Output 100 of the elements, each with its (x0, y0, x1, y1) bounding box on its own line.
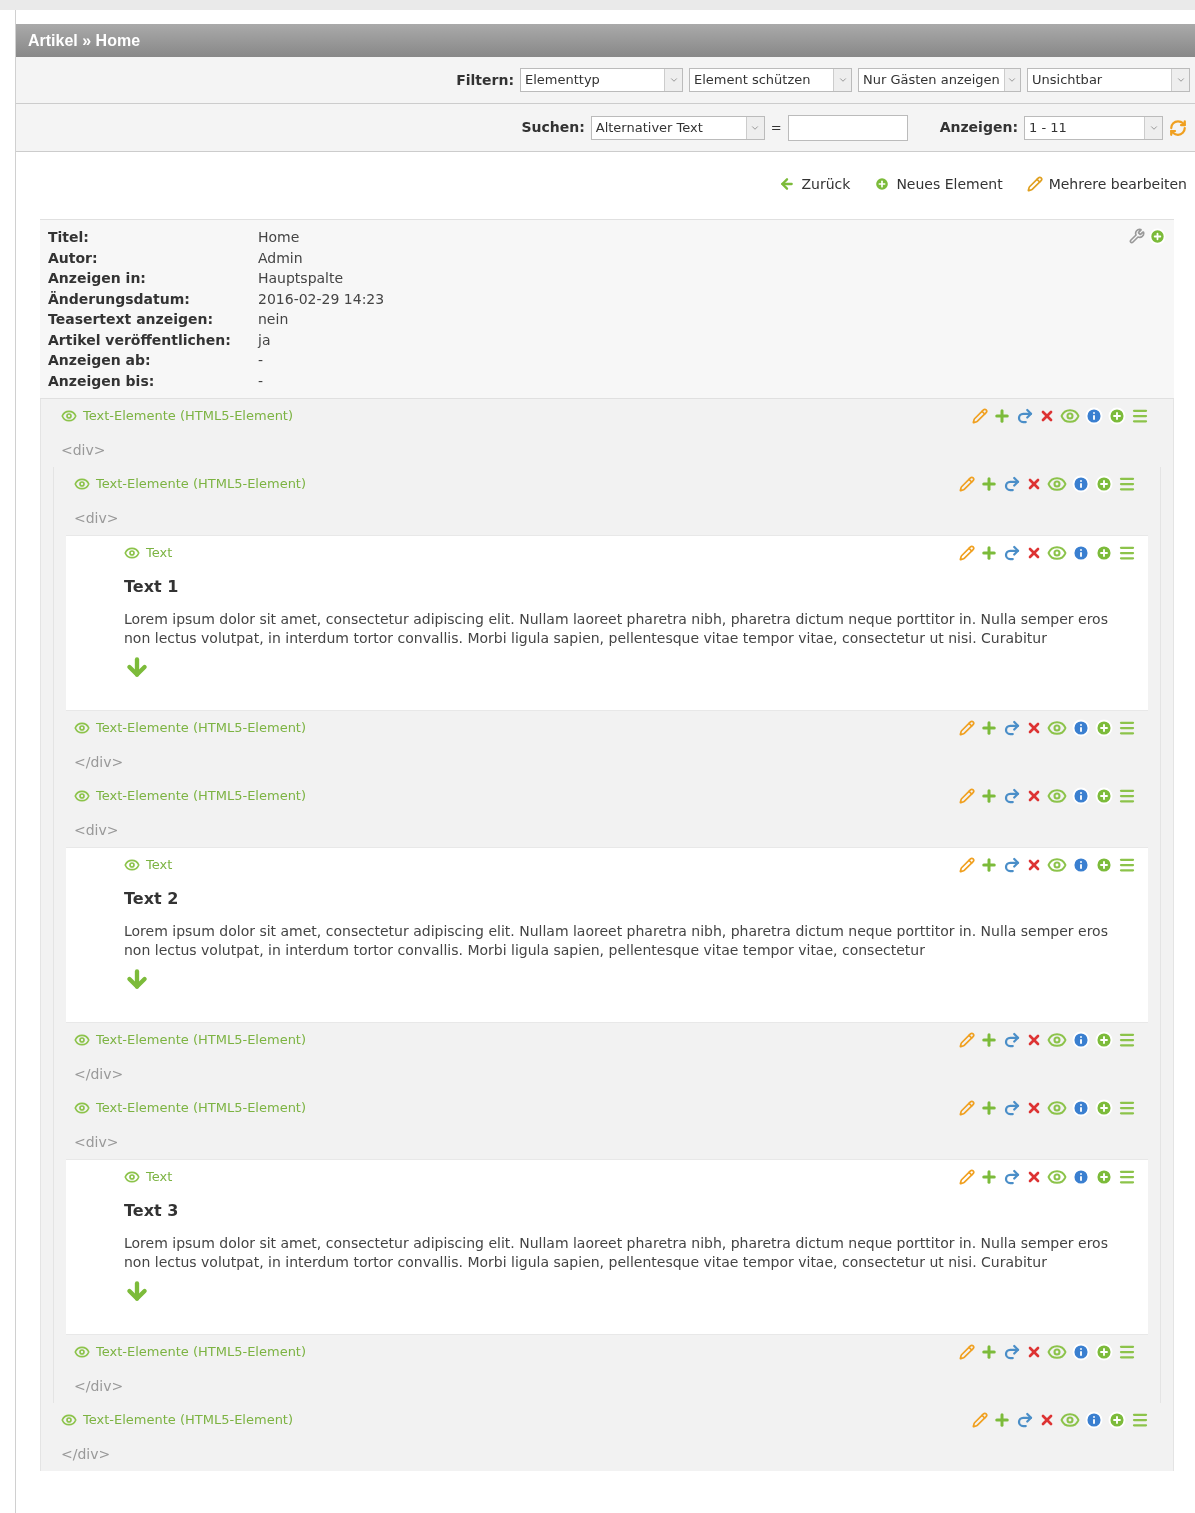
plus-icon[interactable] (980, 1031, 998, 1049)
arrow-icon[interactable] (1003, 787, 1021, 805)
pencil-icon[interactable] (959, 1032, 975, 1048)
plus-circle-icon[interactable] (1095, 1168, 1113, 1186)
plus-icon[interactable] (980, 787, 998, 805)
pencil-icon[interactable] (959, 1344, 975, 1360)
eye-icon[interactable] (1047, 855, 1067, 875)
pencil-icon[interactable] (959, 1100, 975, 1116)
pencil-icon[interactable] (959, 788, 975, 804)
info-icon[interactable] (1072, 1031, 1090, 1049)
element-type-link[interactable]: Text-Elemente (HTML5-Element) (96, 718, 307, 738)
pencil-icon[interactable] (959, 857, 975, 873)
plus-circle-icon[interactable] (1095, 787, 1113, 805)
element-type-link[interactable]: Text-Elemente (HTML5-Element) (96, 1030, 307, 1050)
menu-icon[interactable] (1118, 1031, 1136, 1049)
down-arrow-icon[interactable] (124, 654, 150, 680)
eye-icon[interactable] (1060, 1410, 1080, 1430)
info-icon[interactable] (1072, 719, 1090, 737)
plus-icon[interactable] (980, 856, 998, 874)
delete-icon[interactable] (1026, 1169, 1042, 1185)
plus-icon[interactable] (980, 1099, 998, 1117)
plus-circle-icon[interactable] (1095, 856, 1113, 874)
search-field-select[interactable]: Alternativer Text (590, 115, 765, 140)
menu-icon[interactable] (1118, 1343, 1136, 1361)
delete-icon[interactable] (1039, 1412, 1055, 1428)
pencil-icon[interactable] (972, 1412, 988, 1428)
element-type-link[interactable]: Text-Elemente (HTML5-Element) (96, 1098, 307, 1118)
plus-circle-icon[interactable] (1095, 719, 1113, 737)
menu-icon[interactable] (1118, 856, 1136, 874)
delete-icon[interactable] (1026, 720, 1042, 736)
delete-icon[interactable] (1026, 1100, 1042, 1116)
element-type-link[interactable]: Text-Elemente (HTML5-Element) (96, 786, 307, 806)
arrow-icon[interactable] (1016, 407, 1034, 425)
range-select[interactable]: 1 - 11 (1024, 115, 1163, 140)
element-type-link[interactable]: Text-Elemente (HTML5-Element) (83, 1410, 294, 1430)
arrow-icon[interactable] (1003, 1168, 1021, 1186)
menu-icon[interactable] (1118, 1168, 1136, 1186)
info-icon[interactable] (1072, 787, 1090, 805)
arrow-icon[interactable] (1003, 475, 1021, 493)
eye-icon[interactable] (1047, 543, 1067, 563)
action-link[interactable]: Mehrere bearbeiten (1026, 173, 1187, 195)
pencil-icon[interactable] (959, 545, 975, 561)
arrow-icon[interactable] (1016, 1411, 1034, 1429)
plus-icon[interactable] (980, 475, 998, 493)
eye-icon[interactable] (1047, 474, 1067, 494)
action-link[interactable]: Neues Element (874, 173, 1003, 195)
plus-icon[interactable] (980, 544, 998, 562)
refresh-icon[interactable] (1169, 118, 1187, 137)
arrow-icon[interactable] (1003, 544, 1021, 562)
delete-icon[interactable] (1026, 476, 1042, 492)
arrow-icon[interactable] (1003, 856, 1021, 874)
plus-icon[interactable] (993, 407, 1011, 425)
filter-select[interactable]: Elementtyp (520, 68, 683, 92)
pencil-icon[interactable] (972, 408, 988, 424)
menu-icon[interactable] (1118, 475, 1136, 493)
delete-icon[interactable] (1039, 408, 1055, 424)
plus-circle-icon[interactable] (1108, 1411, 1126, 1429)
element-type-link[interactable]: Text-Elemente (HTML5-Element) (96, 1342, 307, 1362)
element-type-link[interactable]: Text (146, 543, 173, 563)
menu-icon[interactable] (1131, 407, 1149, 425)
action-link[interactable]: Zurück (779, 173, 851, 195)
plus-icon[interactable] (993, 1411, 1011, 1429)
arrow-icon[interactable] (1003, 1099, 1021, 1117)
eye-icon[interactable] (1047, 1098, 1067, 1118)
eye-icon[interactable] (1047, 1342, 1067, 1362)
pencil-icon[interactable] (959, 476, 975, 492)
menu-icon[interactable] (1118, 544, 1136, 562)
info-icon[interactable] (1085, 407, 1103, 425)
plus-circle-icon[interactable] (1095, 544, 1113, 562)
info-icon[interactable] (1072, 1343, 1090, 1361)
eye-icon[interactable] (1047, 786, 1067, 806)
element-type-link[interactable]: Text (146, 1167, 173, 1187)
arrow-icon[interactable] (1003, 1031, 1021, 1049)
info-icon[interactable] (1072, 1099, 1090, 1117)
plus-circle-icon[interactable] (1108, 407, 1126, 425)
element-type-link[interactable]: Text-Elemente (HTML5-Element) (96, 474, 307, 494)
info-icon[interactable] (1072, 1168, 1090, 1186)
info-icon[interactable] (1072, 475, 1090, 493)
delete-icon[interactable] (1026, 788, 1042, 804)
element-type-link[interactable]: Text (146, 855, 173, 875)
element-type-link[interactable]: Text-Elemente (HTML5-Element) (83, 406, 294, 426)
plus-circle-icon[interactable] (1095, 1031, 1113, 1049)
eye-icon[interactable] (1047, 718, 1067, 738)
info-icon[interactable] (1072, 544, 1090, 562)
plus-icon[interactable] (980, 719, 998, 737)
eye-icon[interactable] (1047, 1030, 1067, 1050)
delete-icon[interactable] (1026, 857, 1042, 873)
tools-icon[interactable] (1129, 228, 1145, 244)
menu-icon[interactable] (1118, 1099, 1136, 1117)
plus-icon[interactable] (980, 1343, 998, 1361)
down-arrow-icon[interactable] (124, 966, 150, 992)
info-icon[interactable] (1072, 856, 1090, 874)
delete-icon[interactable] (1026, 1344, 1042, 1360)
delete-icon[interactable] (1026, 1032, 1042, 1048)
plus-icon[interactable] (980, 1168, 998, 1186)
arrow-icon[interactable] (1003, 719, 1021, 737)
plus-circle-icon[interactable] (1095, 1343, 1113, 1361)
info-icon[interactable] (1085, 1411, 1103, 1429)
plus-circle-icon[interactable] (1095, 475, 1113, 493)
search-field[interactable] (787, 114, 908, 141)
